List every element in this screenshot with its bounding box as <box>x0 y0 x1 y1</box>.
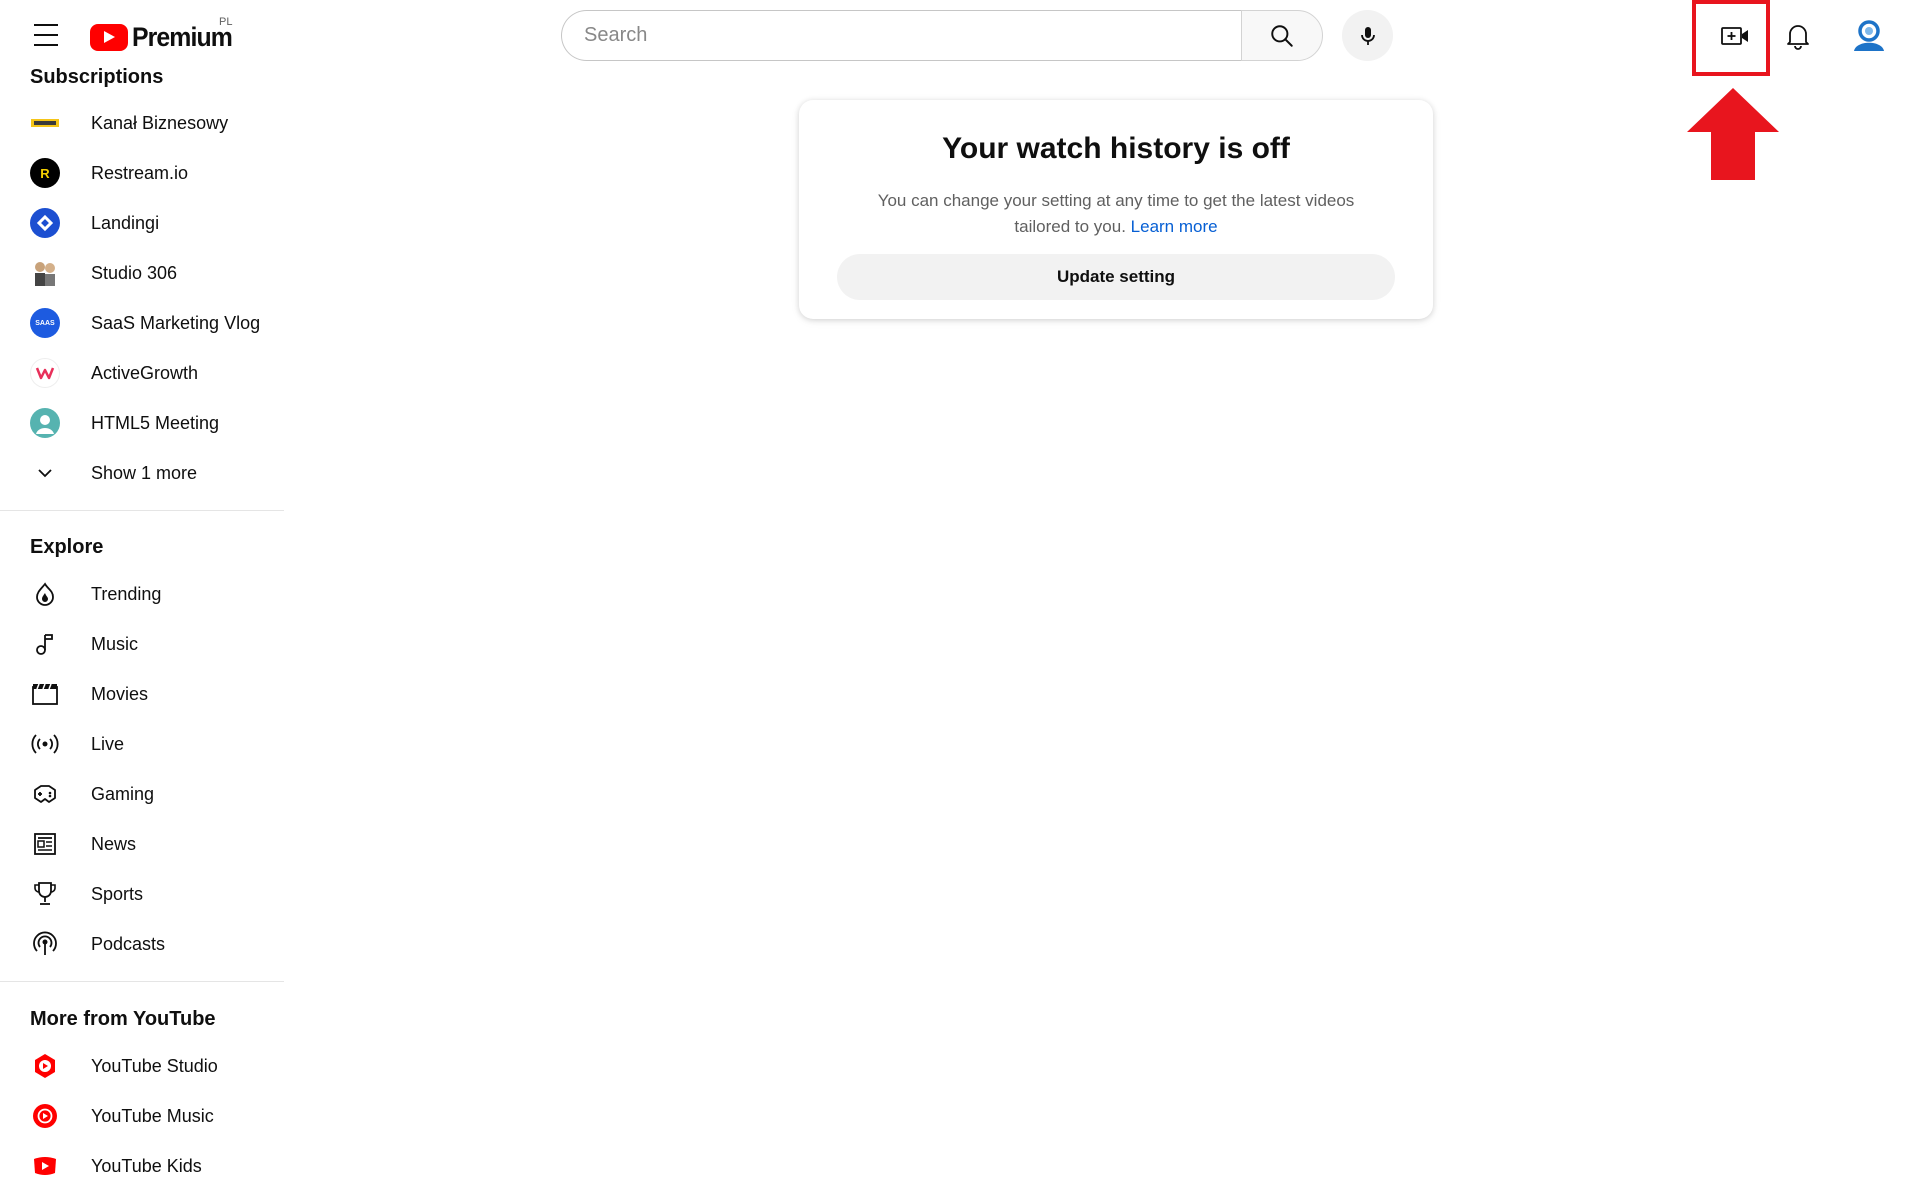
sidebar-item-movies[interactable]: Movies <box>0 669 284 719</box>
youtube-kids-icon <box>28 1149 62 1183</box>
logo-text: Premium <box>132 22 233 52</box>
user-avatar-icon <box>1854 20 1884 51</box>
sidebar-divider <box>0 510 284 511</box>
channel-avatar-icon: SAAS <box>28 306 62 340</box>
explore-title: Explore <box>30 536 104 558</box>
sidebar-item-sports[interactable]: Sports <box>0 869 284 919</box>
watch-history-off-card: Your watch history is off You can change… <box>799 100 1433 319</box>
live-icon <box>28 727 62 761</box>
channel-avatar-icon <box>28 206 62 240</box>
learn-more-link[interactable]: Learn more <box>1131 217 1218 236</box>
subscription-item-restream[interactable]: R Restream.io <box>0 148 284 198</box>
update-setting-button[interactable]: Update setting <box>837 254 1395 300</box>
card-description: You can change your setting at any time … <box>877 191 1355 236</box>
channel-avatar-icon: R <box>28 156 62 190</box>
notifications-button[interactable] <box>1776 14 1820 58</box>
bell-icon <box>1787 25 1809 50</box>
movies-icon <box>28 677 62 711</box>
channel-avatar-icon <box>28 406 62 440</box>
sports-icon <box>28 877 62 911</box>
podcasts-icon <box>28 927 62 961</box>
sidebar-item-gaming[interactable]: Gaming <box>0 769 284 819</box>
sidebar-divider <box>0 981 284 982</box>
search-icon <box>1271 24 1293 47</box>
sidebar-item-news[interactable]: News <box>0 819 284 869</box>
voice-search-button[interactable] <box>1342 10 1393 61</box>
youtube-studio-icon <box>28 1049 62 1083</box>
youtube-music-icon <box>28 1099 62 1133</box>
microphone-icon <box>1360 26 1375 45</box>
account-avatar[interactable] <box>1847 14 1891 58</box>
news-icon <box>28 827 62 861</box>
hamburger-menu-icon[interactable] <box>28 22 64 48</box>
subscription-item-html5-meeting[interactable]: HTML5 Meeting <box>0 398 284 448</box>
masthead: Premium PL <box>0 0 1920 180</box>
sidebar-item-trending[interactable]: Trending <box>0 569 284 619</box>
arrow-up-annotation-icon <box>1687 88 1779 180</box>
gaming-icon <box>28 777 62 811</box>
highlight-annotation-box <box>1692 0 1770 76</box>
sidebar-item-music[interactable]: Music <box>0 619 284 669</box>
search-input[interactable] <box>582 23 1243 48</box>
channel-avatar-icon <box>28 256 62 290</box>
subscription-item-activegrowth[interactable]: ActiveGrowth <box>0 348 284 398</box>
search-box <box>561 10 1243 61</box>
subscription-item-saas-marketing-vlog[interactable]: SAAS SaaS Marketing Vlog <box>0 298 284 348</box>
channel-avatar-icon <box>28 106 62 140</box>
more-from-youtube-title: More from YouTube <box>30 1008 216 1030</box>
subscription-item-studio-306[interactable]: Studio 306 <box>0 248 284 298</box>
subscriptions-title: Subscriptions <box>30 66 164 88</box>
country-code: PL <box>219 16 233 28</box>
sidebar-item-youtube-music[interactable]: YouTube Music <box>0 1091 284 1141</box>
chevron-down-icon <box>28 456 62 490</box>
sidebar-item-podcasts[interactable]: Podcasts <box>0 919 284 969</box>
youtube-premium-logo[interactable]: Premium <box>90 22 241 52</box>
youtube-play-icon <box>90 23 128 51</box>
channel-avatar-icon <box>28 356 62 390</box>
show-more-button[interactable]: Show 1 more <box>0 448 284 498</box>
sidebar-item-youtube-kids[interactable]: YouTube Kids <box>0 1141 284 1191</box>
card-title: Your watch history is off <box>942 132 1290 165</box>
music-icon <box>28 627 62 661</box>
subscription-item-kanal-biznesowy[interactable]: Kanał Biznesowy <box>0 98 284 148</box>
search-button[interactable] <box>1241 10 1323 61</box>
sidebar: Subscriptions Kanał Biznesowy R Restream… <box>0 62 284 1200</box>
sidebar-item-youtube-studio[interactable]: YouTube Studio <box>0 1041 284 1091</box>
sidebar-item-live[interactable]: Live <box>0 719 284 769</box>
trending-icon <box>28 577 62 611</box>
subscription-item-landingi[interactable]: Landingi <box>0 198 284 248</box>
